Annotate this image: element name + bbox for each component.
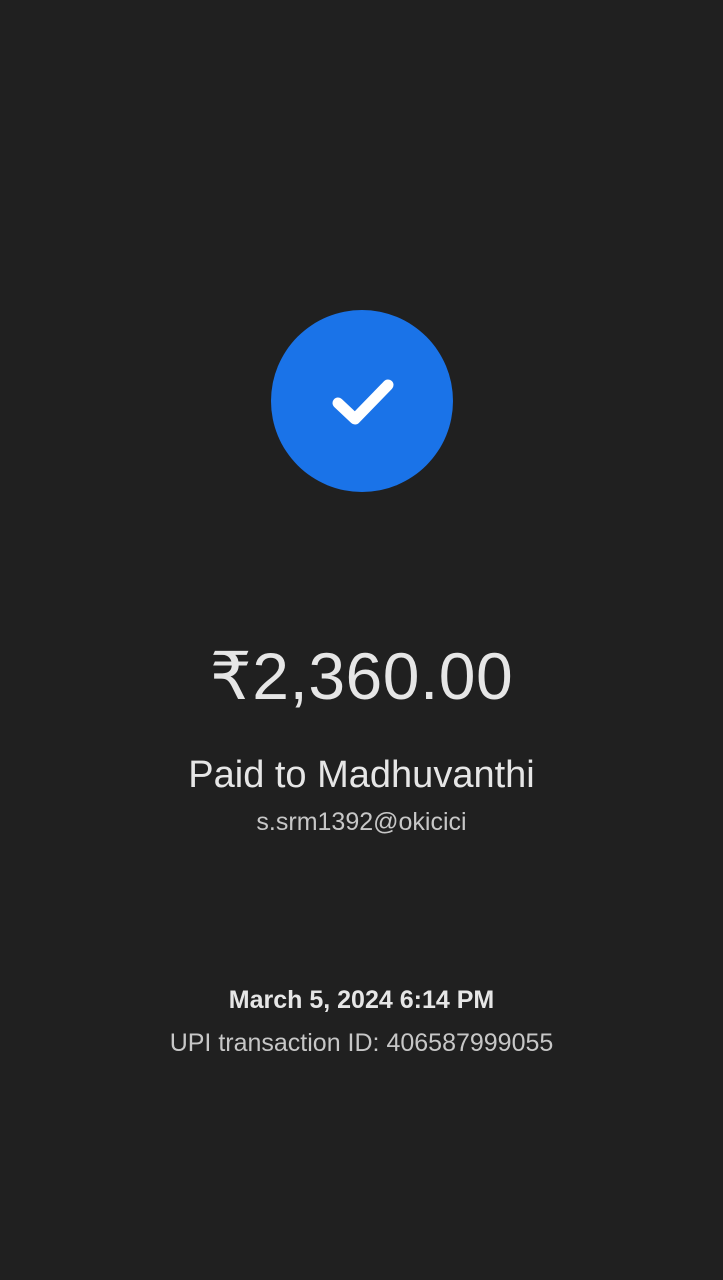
payment-amount: ₹2,360.00 bbox=[209, 639, 514, 713]
transaction-id: UPI transaction ID: 406587999055 bbox=[169, 1029, 554, 1057]
payment-success-screen: ₹2,360.00 Paid to Madhuvanthi s.srm1392@… bbox=[0, 0, 723, 1280]
payee-upi-id: s.srm1392@okicici bbox=[256, 808, 467, 836]
check-icon bbox=[332, 379, 394, 425]
transaction-datetime: March 5, 2024 6:14 PM bbox=[228, 986, 495, 1014]
success-badge bbox=[271, 310, 453, 492]
payee-name: Paid to Madhuvanthi bbox=[188, 754, 535, 796]
